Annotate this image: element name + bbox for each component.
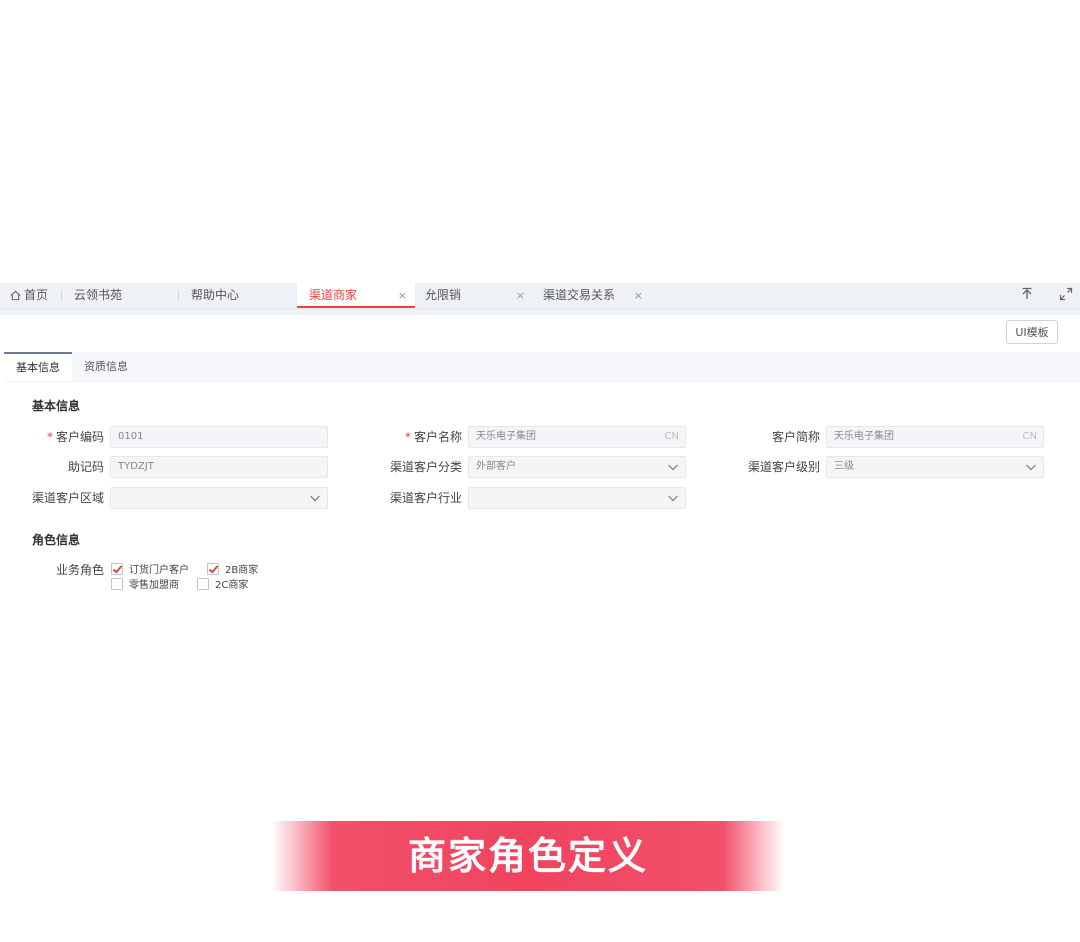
mnemonic-field[interactable]: TYDZJT — [110, 456, 328, 478]
level-label: 渠道客户级别 — [747, 460, 820, 474]
level-select[interactable]: 三级 — [826, 456, 1044, 478]
required-mark: * — [404, 430, 411, 444]
region-select[interactable] — [110, 487, 328, 509]
field-value: 天乐电子集团 — [476, 431, 536, 442]
short-name-field[interactable]: 天乐电子集团 CN — [826, 426, 1044, 448]
checkbox-label: 2C商家 — [215, 580, 249, 591]
checkbox-unchecked[interactable] — [197, 578, 209, 590]
close-icon[interactable]: × — [634, 283, 643, 308]
customer-name-field[interactable]: 天乐电子集团 CN — [468, 426, 686, 448]
tab-home[interactable]: 首页 — [0, 283, 62, 308]
close-icon[interactable]: × — [516, 283, 525, 308]
checkbox-checked[interactable] — [111, 563, 123, 575]
fullscreen-icon[interactable] — [1058, 287, 1074, 303]
label-text: 客户名称 — [413, 430, 462, 444]
role-checkbox-2c-merchant[interactable]: 2C商家 — [197, 578, 248, 592]
label-text: 客户编码 — [55, 430, 104, 444]
tab-yunling[interactable]: 云领书苑 — [62, 283, 179, 308]
customer-name-label: * 客户名称 — [372, 426, 462, 448]
role-checkbox-portal-customer[interactable]: 订货门户客户 — [111, 563, 189, 577]
industry-label: 渠道客户行业 — [389, 491, 462, 505]
section-title-roles: 角色信息 — [32, 533, 81, 547]
sub-tab-bar: 基本信息 资质信息 — [4, 352, 1080, 382]
mnemonic-label: 助记码 — [67, 460, 104, 474]
tab-label: 帮助中心 — [191, 288, 240, 302]
field-value: 0101 — [118, 431, 144, 442]
checkbox-checked[interactable] — [207, 563, 219, 575]
field-value: 三级 — [834, 461, 854, 472]
chevron-down-icon — [1026, 464, 1036, 471]
tab-label: 允限销 — [425, 288, 462, 302]
role-checkbox-retail-franchisee[interactable]: 零售加盟商 — [111, 578, 179, 592]
chevron-down-icon — [310, 495, 320, 502]
business-role-label: 业务角色 — [55, 563, 104, 577]
language-suffix: CN — [664, 431, 679, 442]
home-icon — [10, 290, 21, 301]
checkbox-label: 订货门户客户 — [129, 565, 189, 576]
checkbox-unchecked[interactable] — [111, 578, 123, 590]
tab-label: 渠道商家 — [309, 288, 358, 302]
chevron-down-icon — [668, 495, 678, 502]
field-value: TYDZJT — [118, 461, 154, 472]
language-suffix: CN — [1022, 431, 1037, 442]
close-icon[interactable]: × — [398, 283, 407, 308]
checkbox-label: 零售加盟商 — [129, 580, 179, 591]
ui-template-button[interactable]: UI模板 — [1006, 320, 1058, 344]
customer-code-label: * 客户编码 — [14, 426, 104, 448]
section-title-basic: 基本信息 — [32, 399, 81, 413]
tab-label: 云领书苑 — [74, 288, 123, 302]
field-value: 天乐电子集团 — [834, 431, 894, 442]
category-select[interactable]: 外部客户 — [468, 456, 686, 478]
category-label: 渠道客户分类 — [389, 460, 462, 474]
upload-icon[interactable] — [1019, 287, 1035, 303]
tab-label: 首页 — [24, 288, 49, 302]
tab-channel-merchant[interactable]: 渠道商家 × — [297, 283, 415, 308]
tab-bar: 首页 云领书苑 帮助中心 渠道商家 × 允限销 × 渠道交易关系 × — [0, 283, 1080, 309]
short-name-label: 客户简称 — [771, 430, 820, 444]
tab-qualification-info[interactable]: 资质信息 — [72, 352, 140, 381]
checkbox-label: 2B商家 — [225, 565, 259, 576]
field-value: 外部客户 — [476, 461, 516, 472]
required-mark: * — [46, 430, 53, 444]
role-checkbox-2b-merchant[interactable]: 2B商家 — [207, 563, 258, 577]
tab-channel-trade[interactable]: 渠道交易关系 × — [533, 283, 651, 308]
region-label: 渠道客户区域 — [31, 491, 104, 505]
caption-banner: 商家角色定义 — [272, 821, 784, 891]
main-panel: UI模板 基本信息 资质信息 基本信息 * 客户编码 0101 * 客户名称 天乐电… — [4, 315, 1080, 608]
app-window: 首页 云领书苑 帮助中心 渠道商家 × 允限销 × 渠道交易关系 × UI模板 … — [0, 283, 1080, 608]
chevron-down-icon — [668, 464, 678, 471]
tab-basic-info[interactable]: 基本信息 — [4, 352, 72, 381]
industry-select[interactable] — [468, 487, 686, 509]
tab-allow-restrict-sale[interactable]: 允限销 × — [415, 283, 533, 308]
tab-help-center[interactable]: 帮助中心 — [179, 283, 297, 308]
customer-code-field[interactable]: 0101 — [110, 426, 328, 448]
caption-text: 商家角色定义 — [407, 834, 648, 878]
tab-label: 渠道交易关系 — [543, 288, 616, 302]
